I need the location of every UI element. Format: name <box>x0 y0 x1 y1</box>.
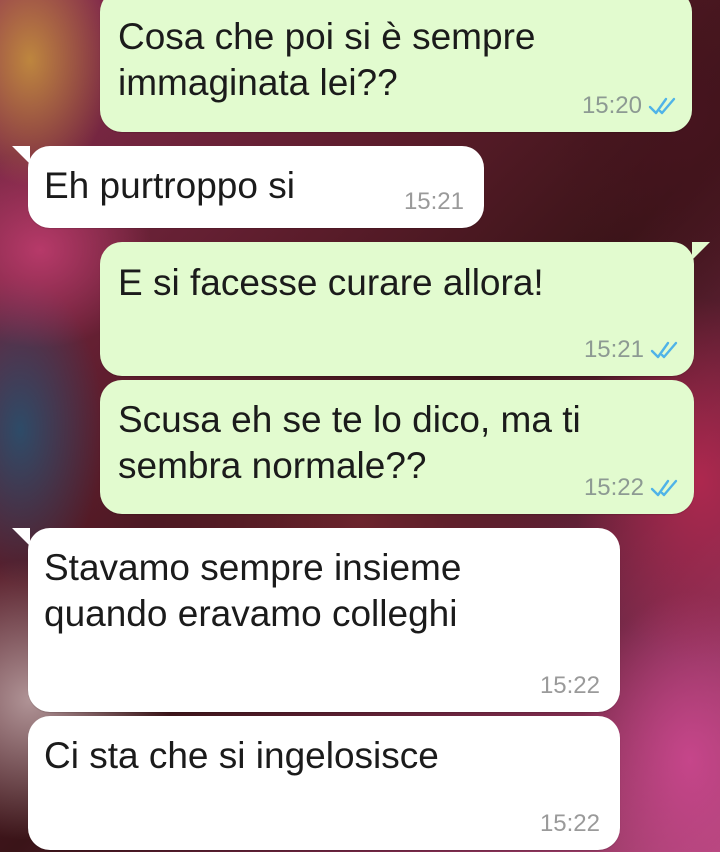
message-bubble-incoming[interactable]: Eh purtroppo si 15:21 <box>28 146 484 228</box>
double-check-icon <box>648 97 676 115</box>
message-bubble-outgoing[interactable]: E si facesse curare allora! 15:21 <box>100 242 694 376</box>
message-bubble-outgoing[interactable]: Cosa che poi si è sempre immaginata lei?… <box>100 0 692 132</box>
double-check-icon <box>650 479 678 497</box>
message-text: Scusa eh se te lo dico, ma ti sembra nor… <box>118 399 581 486</box>
message-meta: 15:20 <box>582 92 678 120</box>
message-time: 15:22 <box>583 474 644 501</box>
message-bubble-incoming[interactable]: Ci sta che si ingelosisce 15:22 <box>28 716 620 850</box>
message-meta: 15:21 <box>584 336 680 364</box>
message-time: 15:21 <box>403 188 464 215</box>
double-check-icon <box>650 341 678 359</box>
message-meta: 15:21 <box>404 188 464 216</box>
message-bubble-incoming[interactable]: Stavamo sempre insieme quando eravamo co… <box>28 528 620 712</box>
message-meta: 15:22 <box>540 672 600 700</box>
bubble-tail <box>692 242 710 260</box>
message-meta: 15:22 <box>584 474 680 502</box>
message-time: 15:20 <box>581 92 642 119</box>
message-time: 15:22 <box>539 672 600 699</box>
bubble-tail <box>12 528 30 546</box>
message-text: Stavamo sempre insieme quando eravamo co… <box>44 547 462 634</box>
message-text: Cosa che poi si è sempre immaginata lei?… <box>118 16 536 103</box>
message-meta: 15:22 <box>540 810 600 838</box>
message-text: E si facesse curare allora! <box>118 262 544 303</box>
message-text: Eh purtroppo si <box>44 165 295 206</box>
message-time: 15:22 <box>539 810 600 837</box>
message-bubble-outgoing[interactable]: Scusa eh se te lo dico, ma ti sembra nor… <box>100 380 694 514</box>
bubble-tail <box>12 146 30 164</box>
message-time: 15:21 <box>583 336 644 363</box>
message-text: Ci sta che si ingelosisce <box>44 735 439 776</box>
